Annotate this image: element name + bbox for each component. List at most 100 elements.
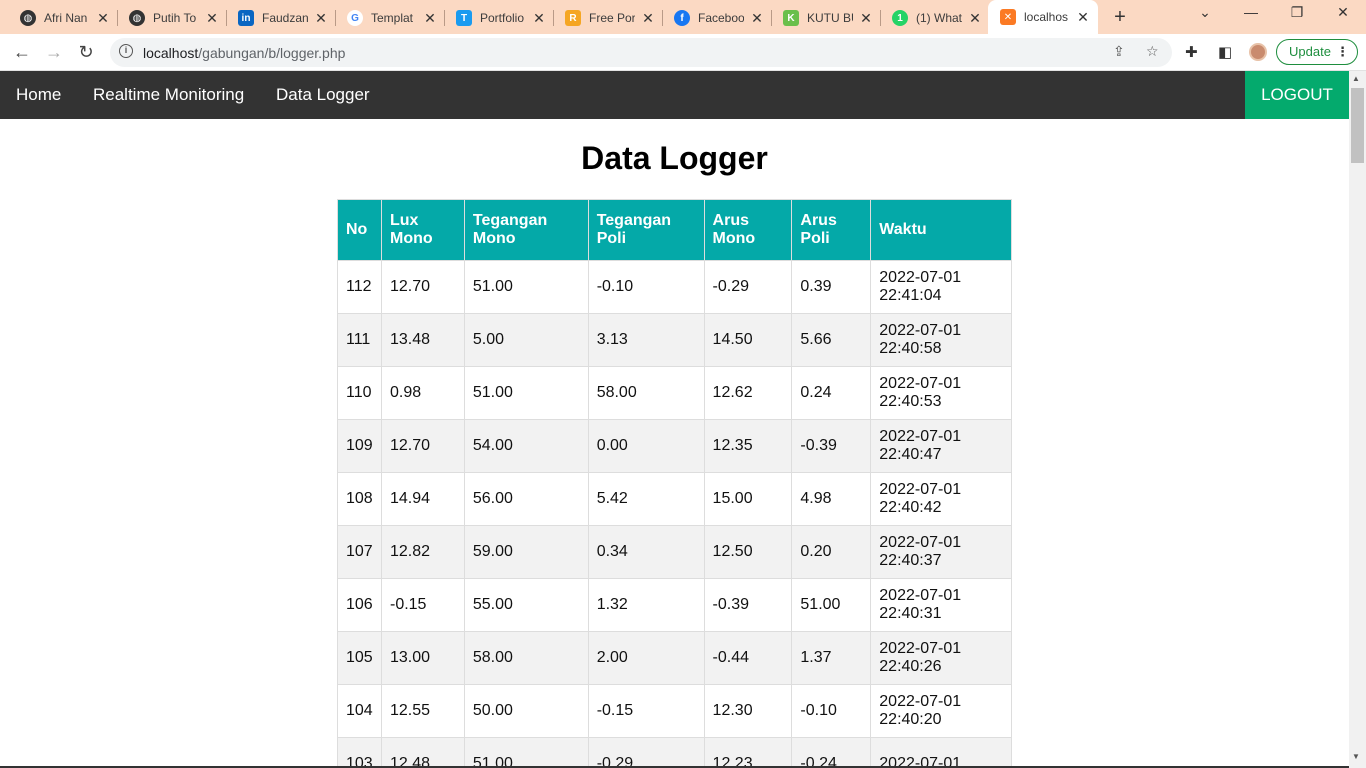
timestamp-line: 22:40:26	[879, 658, 942, 675]
scrollbar-thumb[interactable]	[1351, 88, 1364, 163]
tab-separator	[553, 10, 554, 26]
facebook-icon: f	[674, 10, 690, 26]
tab-title: KUTU BU	[807, 11, 853, 25]
browser-tab[interactable]: K KUTU BU ✕	[783, 5, 873, 31]
table-cell-waktu: 2022-07-01 22:40:42	[870, 472, 1012, 526]
column-header: Tegangan Poli	[587, 199, 705, 261]
url-host: localhost	[143, 45, 199, 61]
table-row: 110 0.98 51.00 58.00 12.62 0.24 2022-07-01 22:4…	[337, 366, 1012, 420]
tab-separator	[444, 10, 445, 26]
browser-tab[interactable]: 1 (1) What ✕	[892, 5, 982, 31]
tab-title: Templat	[371, 11, 414, 25]
column-header-line: Lux	[389, 212, 419, 229]
site-info-icon[interactable]: i	[119, 44, 133, 58]
reload-icon[interactable]: ↻	[74, 40, 98, 64]
table-cell: 12.70	[380, 260, 465, 314]
nav-data-logger[interactable]: Data Logger	[276, 85, 370, 105]
close-icon[interactable]: ✕	[859, 10, 873, 27]
table-cell: 12.48	[380, 737, 465, 768]
side-panel-icon[interactable]: ◧	[1218, 43, 1232, 61]
timestamp-line: 22:40:42	[879, 499, 942, 516]
browser-tab[interactable]: ◍ Afri Nan ✕	[20, 5, 110, 31]
logout-button[interactable]: LOGOUT	[1245, 71, 1349, 119]
table-cell: 12.62	[703, 366, 793, 420]
timestamp-line: 22:40:37	[879, 552, 942, 569]
extensions-icon[interactable]: ✚	[1185, 43, 1198, 61]
close-icon[interactable]: ✕	[968, 10, 982, 27]
close-icon[interactable]: ✕	[641, 10, 655, 27]
column-header-line: No	[346, 221, 368, 238]
timestamp-line: 2022-07-01	[879, 375, 962, 392]
close-icon[interactable]: ✕	[532, 10, 546, 27]
data-logger-table: No Lux Mono Tegangan Mono Tegangan Poli Arus Mon…	[337, 199, 1012, 768]
table-row: 109 12.70 54.00 0.00 12.35 -0.39 2022-07-01 22:…	[337, 419, 1012, 473]
share-icon[interactable]: ⇪	[1113, 43, 1125, 60]
table-row: 112 12.70 51.00 -0.10 -0.29 0.39 2022-07-01 22:…	[337, 260, 1012, 314]
close-icon[interactable]: ✕	[1076, 9, 1090, 26]
site-navbar: Home Realtime Monitoring Data Logger LOG…	[0, 71, 1349, 119]
table-cell: 59.00	[463, 525, 589, 579]
table-cell: 5.42	[587, 472, 705, 526]
table-cell: 51.00	[791, 578, 872, 632]
new-tab-icon[interactable]: +	[1110, 6, 1130, 29]
table-cell: 12.23	[703, 737, 793, 768]
table-cell-waktu: 2022-07-01 22:40:31	[870, 578, 1012, 632]
scrollbar-track[interactable]	[1349, 71, 1366, 768]
timestamp-line: 2022-07-01	[879, 693, 962, 710]
table-cell: 58.00	[587, 366, 705, 420]
browser-tab[interactable]: G Templat ✕	[347, 5, 437, 31]
table-cell: 14.50	[703, 313, 793, 367]
page-title: Data Logger	[581, 140, 768, 176]
star-icon[interactable]: ☆	[1146, 43, 1159, 60]
profile-avatar[interactable]	[1249, 43, 1267, 61]
column-header: Arus Mono	[703, 199, 793, 261]
close-icon[interactable]: ✕	[96, 10, 110, 27]
globe-icon: ◍	[129, 10, 145, 26]
update-button[interactable]: Update ⋮	[1276, 39, 1358, 65]
r-app-icon: R	[565, 10, 581, 26]
table-cell: -0.39	[703, 578, 793, 632]
minimize-icon[interactable]: —	[1239, 4, 1263, 20]
table-cell: 5.66	[791, 313, 872, 367]
close-icon[interactable]: ✕	[750, 10, 764, 27]
browser-tab[interactable]: f Faceboo ✕	[674, 5, 764, 31]
browser-tab[interactable]: T Portfolio ✕	[456, 5, 546, 31]
table-cell: 12.35	[703, 419, 793, 473]
table-cell: 1.32	[587, 578, 705, 632]
back-icon[interactable]: ←	[10, 40, 34, 64]
close-icon[interactable]: ✕	[423, 10, 437, 27]
tab-title: Putih To	[153, 11, 197, 25]
tab-title: (1) What	[916, 11, 962, 25]
forward-icon[interactable]: →	[42, 40, 66, 64]
close-icon[interactable]: ✕	[205, 10, 219, 27]
column-header-line: Tegangan	[472, 212, 548, 229]
table-cell-waktu: 2022-07-01 22:40:20	[870, 684, 1012, 738]
browser-tab-active[interactable]: ✕ localhos ✕	[988, 0, 1098, 34]
close-window-icon[interactable]: ✕	[1331, 4, 1355, 21]
tab-search-icon[interactable]: ⌄	[1193, 4, 1217, 21]
nav-realtime-monitoring[interactable]: Realtime Monitoring	[93, 85, 244, 105]
address-bar[interactable]: i localhost/gabungan/b/logger.php ⇪ ☆	[110, 38, 1172, 67]
tab-title: Afri Nan	[44, 11, 88, 25]
close-icon[interactable]: ✕	[314, 10, 328, 27]
table-cell: 109	[337, 419, 382, 473]
scroll-down-icon[interactable]: ▼	[1352, 752, 1360, 761]
linkedin-icon: in	[238, 10, 254, 26]
scroll-up-icon[interactable]: ▲	[1352, 74, 1360, 83]
table-cell: 58.00	[463, 631, 589, 685]
restore-icon[interactable]: ❐	[1285, 4, 1309, 21]
table-cell: 50.00	[463, 684, 589, 738]
nav-home[interactable]: Home	[16, 85, 61, 105]
table-cell: 51.00	[463, 366, 589, 420]
browser-tab[interactable]: in Faudzan ✕	[238, 5, 328, 31]
url-text[interactable]: localhost/gabungan/b/logger.php	[143, 45, 345, 61]
xampp-icon: ✕	[1000, 9, 1016, 25]
table-cell: 105	[337, 631, 382, 685]
table-cell: -0.39	[791, 419, 872, 473]
table-cell: 0.20	[791, 525, 872, 579]
table-cell-waktu: 2022-07-01 22:40:37	[870, 525, 1012, 579]
browser-tab[interactable]: ◍ Putih To ✕	[129, 5, 219, 31]
menu-dots-icon[interactable]: ⋮	[1336, 40, 1349, 64]
table-row: 106 -0.15 55.00 1.32 -0.39 51.00 2022-07-01 22:…	[337, 578, 1012, 632]
browser-tab[interactable]: R Free Por ✕	[565, 5, 655, 31]
